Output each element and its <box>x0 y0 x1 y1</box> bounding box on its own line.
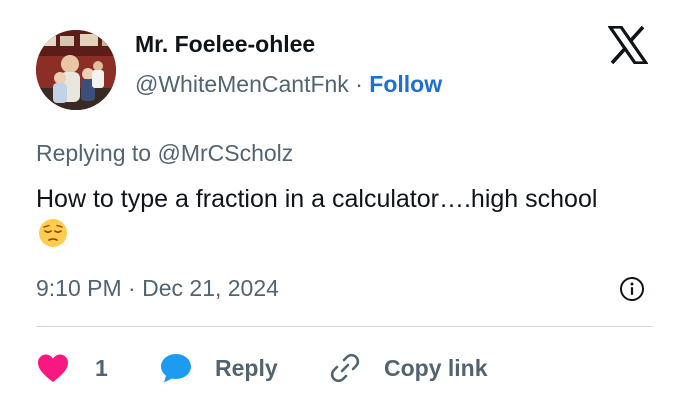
timestamp[interactable]: 9:10 PM · Dec 21, 2024 <box>36 275 279 302</box>
x-logo-icon[interactable] <box>606 25 650 65</box>
author-name[interactable]: Mr. Foelee-ohlee <box>135 31 315 58</box>
replying-to: Replying to @MrCScholz <box>36 140 293 167</box>
tweet-text-content: How to type a fraction in a calculator….… <box>36 185 598 213</box>
author-handle[interactable]: @WhiteMenCantFnk <box>135 71 349 97</box>
reply-label: Reply <box>215 354 278 381</box>
tweet-card: Mr. Foelee-ohlee @WhiteMenCantFnk · Foll… <box>0 0 691 404</box>
tweet-text: How to type a fraction in a calculator….… <box>36 181 636 253</box>
replying-prefix: Replying to <box>36 140 158 166</box>
avatar[interactable] <box>36 30 116 110</box>
handle-separator: · <box>355 71 363 97</box>
reply-bubble-icon <box>159 352 193 384</box>
divider <box>36 326 653 327</box>
pensive-face-icon <box>38 218 68 248</box>
like-button[interactable]: 1 <box>36 348 108 388</box>
copy-link-button[interactable]: Copy link <box>328 348 488 388</box>
copy-link-label: Copy link <box>384 354 488 381</box>
info-icon[interactable] <box>619 276 645 302</box>
author-handle-row: @WhiteMenCantFnk · Follow <box>135 71 442 98</box>
link-icon <box>328 351 362 385</box>
like-count: 1 <box>95 354 108 381</box>
heart-icon <box>36 353 70 383</box>
date-separator: · <box>128 275 136 301</box>
tweet-date: Dec 21, 2024 <box>142 275 279 301</box>
avatar-photo <box>36 30 116 110</box>
tweet-time: 9:10 PM <box>36 275 122 301</box>
replying-to-handle[interactable]: @MrCScholz <box>157 140 293 166</box>
reply-button[interactable]: Reply <box>159 348 278 388</box>
follow-button[interactable]: Follow <box>369 71 442 97</box>
